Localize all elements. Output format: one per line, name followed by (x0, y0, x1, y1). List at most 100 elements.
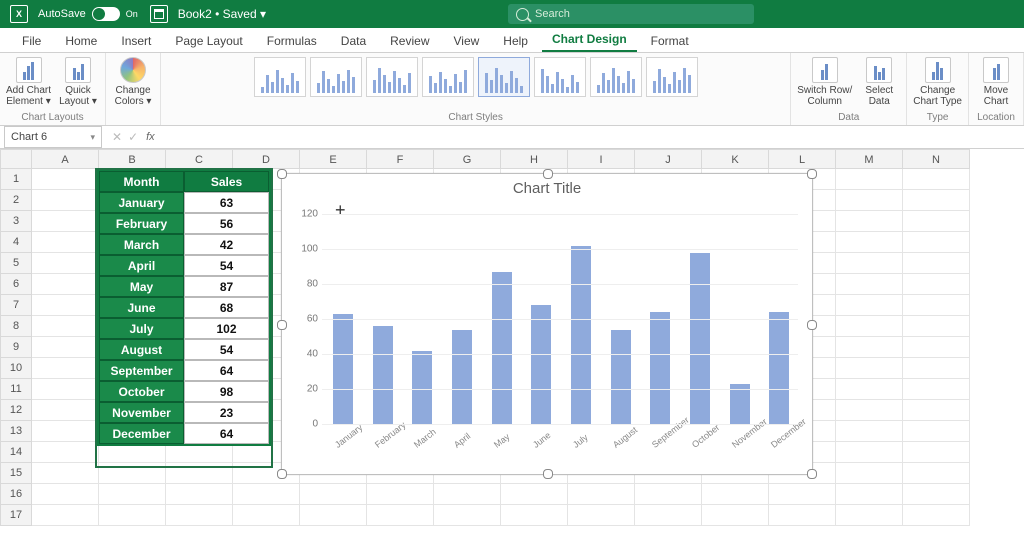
table-header[interactable]: Month (99, 171, 184, 192)
table-cell-month[interactable]: March (99, 234, 184, 255)
table-cell-value[interactable]: 56 (184, 213, 269, 234)
row-header[interactable]: 13 (0, 421, 32, 442)
cell[interactable] (32, 169, 99, 190)
cell[interactable] (32, 505, 99, 526)
table-cell-value[interactable]: 68 (184, 297, 269, 318)
cell[interactable] (32, 295, 99, 316)
col-header-E[interactable]: E (300, 149, 367, 169)
cell[interactable] (32, 400, 99, 421)
cell[interactable] (769, 484, 836, 505)
cell[interactable] (903, 358, 970, 379)
cell[interactable] (903, 442, 970, 463)
name-box[interactable]: Chart 6 ▾ (4, 126, 102, 148)
cell[interactable] (166, 484, 233, 505)
table-cell-value[interactable]: 54 (184, 255, 269, 276)
chart-style-thumb[interactable] (646, 57, 698, 97)
table-cell-value[interactable]: 23 (184, 402, 269, 423)
row-header[interactable]: 16 (0, 484, 32, 505)
bar[interactable] (412, 351, 432, 425)
table-cell-month[interactable]: June (99, 297, 184, 318)
cell[interactable] (434, 505, 501, 526)
cell[interactable] (568, 505, 635, 526)
table-cell-month[interactable]: August (99, 339, 184, 360)
toggle-icon[interactable] (92, 7, 120, 21)
cell[interactable] (99, 484, 166, 505)
formula-input[interactable] (163, 127, 1024, 147)
table-cell-month[interactable]: September (99, 360, 184, 381)
row-header[interactable]: 1 (0, 169, 32, 190)
tab-insert[interactable]: Insert (111, 30, 161, 52)
bar[interactable] (650, 312, 670, 424)
row-header[interactable]: 2 (0, 190, 32, 211)
table-header[interactable]: Sales (184, 171, 269, 192)
bar[interactable] (452, 330, 472, 425)
cell[interactable] (836, 379, 903, 400)
cell[interactable] (836, 253, 903, 274)
cell[interactable] (434, 484, 501, 505)
tab-formulas[interactable]: Formulas (257, 30, 327, 52)
row-header[interactable]: 9 (0, 337, 32, 358)
col-header-M[interactable]: M (836, 149, 903, 169)
col-header-B[interactable]: B (99, 149, 166, 169)
tab-format[interactable]: Format (641, 30, 699, 52)
cell[interactable] (836, 337, 903, 358)
chart-style-thumb[interactable] (254, 57, 306, 97)
cell[interactable] (903, 274, 970, 295)
cell[interactable] (769, 505, 836, 526)
cell[interactable] (836, 442, 903, 463)
bar[interactable] (690, 253, 710, 425)
cell[interactable] (836, 463, 903, 484)
resize-handle[interactable] (543, 469, 553, 479)
col-header-N[interactable]: N (903, 149, 970, 169)
col-header-I[interactable]: I (568, 149, 635, 169)
table-cell-month[interactable]: January (99, 192, 184, 213)
tab-review[interactable]: Review (380, 30, 439, 52)
cell[interactable] (903, 400, 970, 421)
col-header-H[interactable]: H (501, 149, 568, 169)
cell[interactable] (233, 484, 300, 505)
tab-chart-design[interactable]: Chart Design (542, 28, 637, 52)
worksheet[interactable]: ABCDEFGHIJKLMN 1234567891011121314151617… (0, 149, 1024, 536)
search-input[interactable]: Search (508, 4, 754, 24)
data-table[interactable]: MonthSalesJanuary63February56March42Apri… (97, 169, 271, 446)
col-header-D[interactable]: D (233, 149, 300, 169)
cell[interactable] (836, 274, 903, 295)
table-cell-value[interactable]: 64 (184, 423, 269, 444)
cell[interactable] (836, 421, 903, 442)
cell[interactable] (903, 421, 970, 442)
resize-handle[interactable] (807, 169, 817, 179)
col-header-C[interactable]: C (166, 149, 233, 169)
chevron-down-icon[interactable]: ▾ (90, 132, 95, 143)
table-cell-value[interactable]: 63 (184, 192, 269, 213)
cell[interactable] (903, 316, 970, 337)
cell[interactable] (903, 232, 970, 253)
cell[interactable] (32, 421, 99, 442)
row-header[interactable]: 10 (0, 358, 32, 379)
cell[interactable] (903, 169, 970, 190)
cell[interactable] (836, 316, 903, 337)
table-cell-month[interactable]: October (99, 381, 184, 402)
cell[interactable] (233, 505, 300, 526)
row-header[interactable]: 8 (0, 316, 32, 337)
cell[interactable] (903, 484, 970, 505)
table-cell-value[interactable]: 102 (184, 318, 269, 339)
col-header-F[interactable]: F (367, 149, 434, 169)
cell[interactable] (32, 211, 99, 232)
resize-handle[interactable] (807, 320, 817, 330)
chart-style-thumb[interactable] (310, 57, 362, 97)
table-cell-value[interactable]: 87 (184, 276, 269, 297)
cell[interactable] (903, 211, 970, 232)
row-header[interactable]: 17 (0, 505, 32, 526)
quick-layout-button[interactable]: Quick Layout ▾ (57, 57, 99, 107)
table-cell-value[interactable]: 54 (184, 339, 269, 360)
change-colors-button[interactable]: Change Colors ▾ (112, 57, 154, 107)
tab-help[interactable]: Help (493, 30, 538, 52)
bar[interactable] (571, 246, 591, 425)
cell[interactable] (836, 232, 903, 253)
select-data-button[interactable]: Select Data (858, 57, 900, 107)
tab-file[interactable]: File (12, 30, 51, 52)
col-header-K[interactable]: K (702, 149, 769, 169)
chart-object[interactable]: + Chart Title 020406080100120 JanuaryFeb… (281, 173, 813, 475)
col-header-J[interactable]: J (635, 149, 702, 169)
cell[interactable] (501, 484, 568, 505)
